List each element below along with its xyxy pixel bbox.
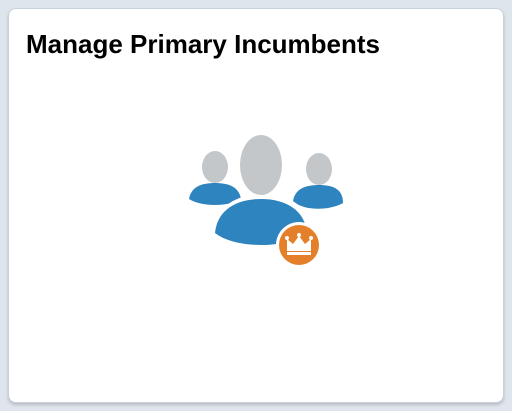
people-group-crown-icon bbox=[189, 135, 343, 268]
crown-badge-icon bbox=[276, 222, 322, 268]
manage-primary-incumbents-tile[interactable]: Manage Primary Incumbents bbox=[8, 8, 504, 403]
right-person-icon bbox=[293, 153, 343, 209]
tile-container: Manage Primary Incumbents bbox=[0, 0, 512, 411]
left-person-icon bbox=[189, 151, 241, 205]
tile-title: Manage Primary Incumbents bbox=[26, 29, 380, 59]
